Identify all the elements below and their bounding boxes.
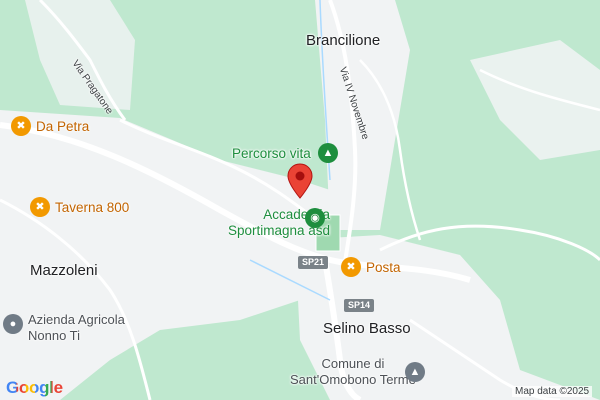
tree-icon: ▲	[318, 143, 338, 163]
poi-label-azienda-line2: Nonno Ti	[28, 328, 81, 343]
poi-label-da-petra: Da Petra	[36, 119, 90, 134]
place-brancilione[interactable]: Brancilione	[306, 32, 380, 49]
place-selino-basso[interactable]: Selino Basso	[323, 320, 411, 337]
map-data-attribution[interactable]: Map data ©2025	[512, 386, 593, 397]
road-shield-sp14: SP14	[344, 299, 375, 312]
poi-label-posta: Posta	[366, 260, 401, 275]
poi-label-azienda: Azienda Agricola Nonno Ti	[28, 312, 125, 344]
poi-label-azienda-line1: Azienda Agricola	[28, 312, 125, 327]
fork-knife-icon: ✖	[341, 257, 361, 277]
place-mazzoleni[interactable]: Mazzoleni	[30, 262, 98, 279]
poi-label-comune-line2: Sant'Omobono Terme	[290, 372, 416, 387]
poi-label-comune: Comune di Sant'Omobono Terme	[290, 356, 416, 388]
map-canvas[interactable]: Brancilione Mazzoleni Selino Basso Via P…	[0, 0, 600, 400]
fork-knife-icon: ✖	[30, 197, 50, 217]
urban-area-northeast	[470, 40, 600, 160]
town-hall-icon: ▲	[405, 362, 425, 382]
place-icon: ●	[3, 314, 23, 334]
google-logo[interactable]: Google	[6, 378, 63, 398]
fork-knife-icon: ✖	[11, 116, 31, 136]
stadium-icon: ◉	[305, 208, 325, 228]
poi-label-taverna-800: Taverna 800	[55, 200, 130, 215]
location-pin-icon[interactable]	[287, 163, 313, 199]
urban-area-northwest	[25, 0, 135, 110]
poi-label-comune-line1: Comune di	[321, 356, 385, 371]
road-shield-sp21: SP21	[298, 256, 329, 269]
poi-label-percorso-vita: Percorso vita	[232, 146, 311, 161]
